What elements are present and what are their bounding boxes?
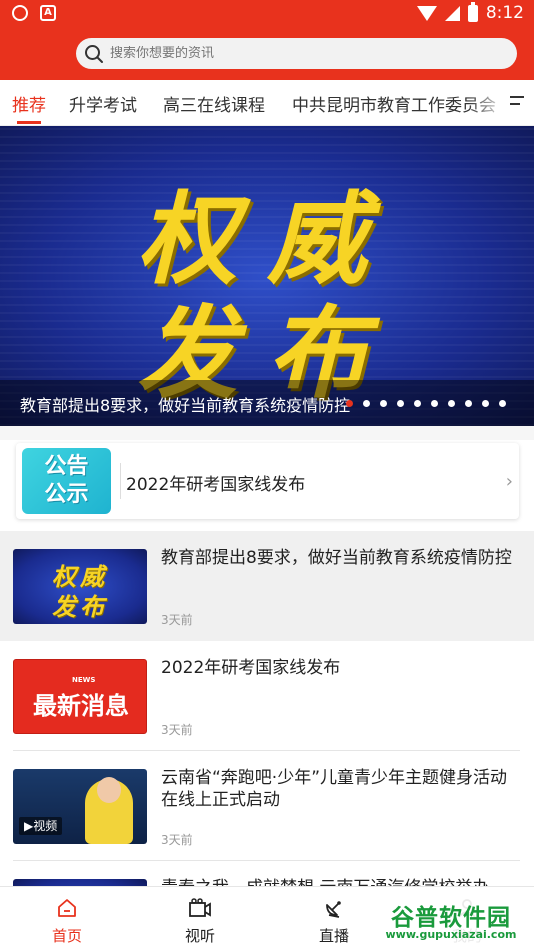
notice-card[interactable]: 公告 公示 2022年研考国家线发布 › <box>16 443 519 519</box>
app-header: A 8:12 <box>0 0 534 80</box>
active-tab-indicator <box>17 121 41 124</box>
video-icon <box>189 898 211 917</box>
carousel-dot[interactable] <box>346 400 353 407</box>
news-title: 2022年研考国家线发布 <box>161 658 341 678</box>
tab-education-committee[interactable]: 中共昆明市教育工作委员会 <box>292 91 496 116</box>
news-thumbnail: ▶视频 <box>13 769 147 844</box>
home-icon <box>58 899 76 917</box>
carousel-dot[interactable] <box>448 400 455 407</box>
chevron-right-icon: › <box>505 471 513 492</box>
battery-icon <box>467 1 478 22</box>
tab-exams[interactable]: 升学考试 <box>69 91 137 116</box>
menu-icon[interactable] <box>510 96 524 110</box>
carousel-dot[interactable] <box>499 400 506 407</box>
search-input[interactable] <box>110 46 490 61</box>
text-notification-icon: A <box>40 5 56 21</box>
news-item[interactable]: 权威 发布 教育部提出8要求，做好当前教育系统疫情防控 3天前 <box>0 531 534 641</box>
carousel-dot[interactable] <box>380 400 387 407</box>
carousel-indicator <box>346 400 506 407</box>
tab-recommend[interactable]: 推荐 <box>12 91 46 116</box>
notice-badge: 公告 公示 <box>22 448 111 514</box>
wifi-icon <box>416 5 437 21</box>
video-badge: ▶视频 <box>19 817 63 835</box>
news-item[interactable]: NEWS 最新消息 2022年研考国家线发布 3天前 <box>0 641 534 751</box>
cell-signal-icon <box>444 5 460 21</box>
news-title: 云南省“奔跑吧·少年”儿童青少年主题健身活动在线上正式启动 <box>161 768 508 810</box>
carousel-dot[interactable] <box>431 400 438 407</box>
tab-senior-courses[interactable]: 高三在线课程 <box>163 91 265 116</box>
watermark-logo: 谷普软件园 www.gupuxiazai.com <box>372 894 530 946</box>
status-bar: A 8:12 <box>0 0 534 28</box>
banner-caption-bar: 教育部提出8要求，做好当前教育系统疫情防控 <box>0 380 534 426</box>
carousel-dot[interactable] <box>397 400 404 407</box>
search-bar[interactable] <box>76 38 517 69</box>
news-time: 3天前 <box>161 833 193 847</box>
news-time: 3天前 <box>161 723 193 737</box>
carousel-dot[interactable] <box>414 400 421 407</box>
carousel-dot[interactable] <box>363 400 370 407</box>
category-tabs: 推荐 升学考试 高三在线课程 中共昆明市教育工作委员会 <box>0 80 534 126</box>
nav-home[interactable]: 首页 <box>27 895 107 946</box>
notice-text: 2022年研考国家线发布 <box>126 475 306 495</box>
news-thumbnail: 权威 发布 <box>13 549 147 624</box>
carousel-dot[interactable] <box>482 400 489 407</box>
news-thumbnail: NEWS 最新消息 <box>13 659 147 734</box>
news-title: 教育部提出8要求，做好当前教育系统疫情防控 <box>161 548 512 568</box>
satellite-icon <box>326 901 341 918</box>
carousel-dot[interactable] <box>465 400 472 407</box>
app-notification-icon <box>12 5 28 21</box>
banner-carousel[interactable]: 权威 发布 教育部提出8要求，做好当前教育系统疫情防控 <box>0 126 534 426</box>
nav-audiovisual[interactable]: 视听 <box>160 895 240 946</box>
search-icon <box>85 44 103 63</box>
nav-live[interactable]: 直播 <box>294 895 374 946</box>
news-item[interactable]: ▶视频 云南省“奔跑吧·少年”儿童青少年主题健身活动在线上正式启动 3天前 <box>0 751 534 861</box>
banner-caption: 教育部提出8要求，做好当前教育系统疫情防控 <box>20 396 351 415</box>
status-time: 8:12 <box>485 3 524 23</box>
news-time: 3天前 <box>161 613 193 627</box>
